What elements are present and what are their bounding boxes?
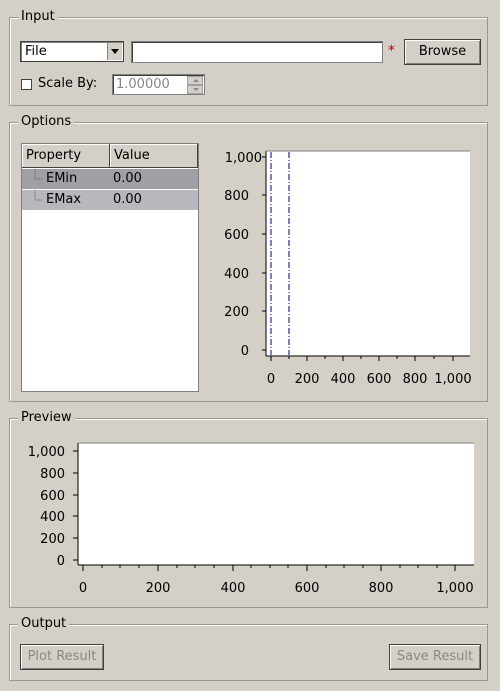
header-value[interactable]: Value	[110, 144, 198, 168]
options-group-title: Options	[18, 114, 75, 130]
output-group-title: Output	[18, 616, 70, 632]
x-tick-label: 0	[267, 372, 275, 387]
tree-branch-icon	[34, 169, 43, 180]
row-property: EMin	[46, 171, 78, 186]
row-property: EMax	[46, 192, 82, 207]
y-ticks: 1,000 800 600 400 200 0	[224, 151, 266, 359]
header-property[interactable]: Property	[22, 144, 110, 168]
y-tick-label: 800	[40, 467, 65, 482]
x-tick-label: 800	[369, 581, 394, 596]
save-result-button[interactable]: Save Result	[389, 644, 481, 670]
scale-by-checkbox[interactable]	[21, 79, 32, 90]
scale-value-spinbox[interactable]: 1.00000	[112, 74, 205, 95]
x-tick-label: 400	[221, 581, 246, 596]
source-combo[interactable]: File	[20, 41, 124, 62]
x-tick-label: 200	[146, 581, 171, 596]
y-ticks: 1,000 800 600 400 200 0	[28, 445, 78, 569]
source-combo-value: File	[25, 44, 47, 59]
x-tick-label: 600	[367, 372, 392, 387]
chevron-down-icon[interactable]	[107, 43, 122, 60]
file-path-field[interactable]	[131, 41, 383, 63]
scale-by-label: Scale By:	[38, 76, 98, 91]
table-row[interactable]: EMax 0.00	[22, 190, 198, 210]
y-tick-label: 400	[40, 510, 65, 525]
y-tick-label: 200	[40, 532, 65, 547]
x-tick-label: 1,000	[434, 372, 471, 387]
y-tick-label: 600	[224, 228, 249, 243]
x-tick-label: 400	[331, 372, 356, 387]
x-ticks: 0 200 400 600 800 1,000	[267, 356, 472, 387]
preview-plot-canvas[interactable]	[78, 443, 474, 565]
y-tick-label: 400	[224, 267, 249, 282]
table-header: Property Value	[22, 144, 198, 168]
y-tick-label: 0	[241, 344, 249, 359]
y-tick-label: 1,000	[225, 151, 262, 166]
row-value: 0.00	[113, 171, 142, 186]
table-row[interactable]: EMin 0.00	[22, 169, 198, 189]
property-table[interactable]: Property Value EMin 0.00 EMax 0.00	[21, 143, 199, 392]
y-tick-label: 1,000	[28, 445, 65, 460]
row-value: 0.00	[113, 192, 142, 207]
spin-down-icon[interactable]	[187, 85, 203, 94]
y-tick-label: 600	[40, 489, 65, 504]
x-tick-label: 0	[79, 581, 87, 596]
preview-plot[interactable]: 1,000 800 600 400 200 0 0 200 400 600 80…	[15, 435, 480, 600]
spin-up-icon[interactable]	[187, 76, 203, 85]
input-group-title: Input	[18, 9, 58, 25]
required-marker: *	[388, 43, 395, 59]
tree-branch-icon	[34, 190, 43, 201]
y-tick-label: 0	[57, 554, 65, 569]
y-tick-label: 800	[224, 189, 249, 204]
x-tick-label: 1,000	[436, 581, 473, 596]
scale-value: 1.00000	[116, 77, 170, 92]
y-tick-label: 200	[224, 305, 249, 320]
preview-group-title: Preview	[18, 410, 75, 426]
x-ticks: 0 200 400 600 800 1,000	[79, 565, 474, 596]
x-tick-label: 600	[295, 581, 320, 596]
range-plot-canvas[interactable]	[266, 151, 470, 356]
x-tick-label: 800	[403, 372, 428, 387]
range-plot[interactable]: 1,000 800 600 400 200 0 0 200 400 600 80…	[210, 143, 480, 388]
plot-result-button[interactable]: Plot Result	[20, 644, 104, 670]
x-tick-label: 200	[295, 372, 320, 387]
browse-button[interactable]: Browse	[404, 39, 481, 65]
